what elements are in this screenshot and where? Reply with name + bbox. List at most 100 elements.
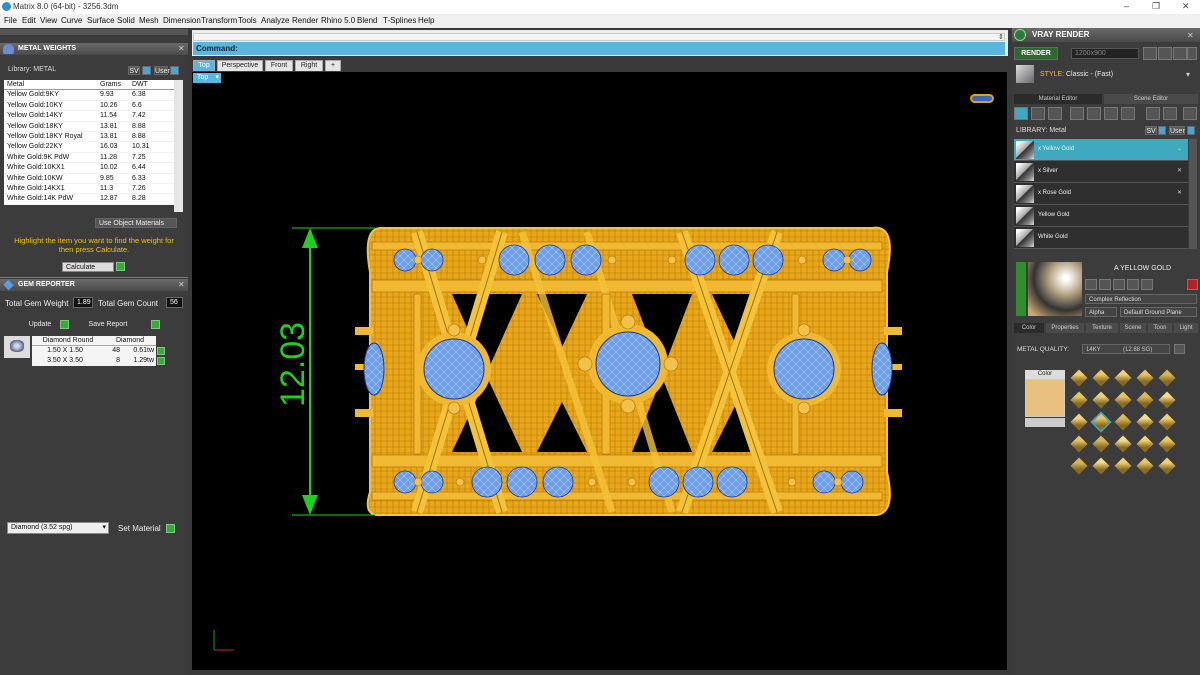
table-row[interactable]: Yellow Gold:18KY 13.81 8.88	[4, 122, 174, 132]
calculate-field[interactable]: Calculate	[62, 262, 114, 272]
material-item[interactable]: x Yellow Gold ⌄	[1014, 139, 1188, 161]
table-row[interactable]: White Gold:14K PdW 12.87 8.28	[4, 194, 174, 205]
tab-add[interactable]: +	[325, 60, 341, 71]
style-chevron-icon[interactable]: ▾	[1186, 70, 1190, 79]
tab-front[interactable]: Front	[265, 60, 293, 71]
viewport-top[interactable]: Top ▾ 12.03	[192, 72, 1007, 670]
rewind-icon[interactable]	[1143, 47, 1157, 60]
material-list-scrollbar[interactable]	[1189, 139, 1197, 249]
metal-quality-select[interactable]: 14KY (12.88 SG)	[1082, 344, 1170, 354]
vray-library-user[interactable]: User	[1169, 126, 1185, 135]
tab-material-editor[interactable]: Material Editor	[1014, 94, 1102, 104]
gem-material-select[interactable]: Diamond (3.52 spg) ▾	[7, 522, 109, 534]
gem-row[interactable]: 1.50 X 1.50 48 0.61tw	[32, 346, 156, 356]
column-header-grams[interactable]: Grams	[97, 80, 129, 89]
menu-solid[interactable]: Solid	[117, 16, 135, 25]
menu-edit[interactable]: Edit	[22, 16, 36, 25]
table-row[interactable]: White Gold:10KX1 10.02 6.44	[4, 163, 174, 174]
mesh-icon[interactable]	[1104, 107, 1118, 120]
texture-icon[interactable]	[1070, 107, 1084, 120]
table-row[interactable]: White Gold:14KX1 11.3 7.26	[4, 184, 174, 195]
minimize-icon[interactable]: –	[1124, 1, 1129, 11]
light-icon[interactable]	[1183, 107, 1197, 120]
resolution-field[interactable]: 1200x900	[1071, 48, 1139, 59]
menu-surface[interactable]: Surface	[87, 16, 115, 25]
tab-light[interactable]: Light	[1174, 323, 1198, 333]
material-tool-icon-1[interactable]	[1085, 279, 1097, 290]
library-sv-button[interactable]: SV	[128, 66, 140, 75]
tab-properties[interactable]: Properties	[1046, 323, 1084, 333]
menu-help[interactable]: Help	[418, 16, 434, 25]
ground-plane-select[interactable]: Default Ground Plane	[1120, 307, 1197, 317]
table-row[interactable]: White Gold:9K PdW 11.28 7.25	[4, 153, 174, 164]
tab-scene[interactable]: Scene	[1120, 323, 1146, 333]
table-row[interactable]: Yellow Gold:18KY Royal 13.81 8.88	[4, 132, 174, 143]
tab-scene-editor[interactable]: Scene Editor	[1104, 94, 1198, 104]
add-material-icon[interactable]	[1163, 107, 1177, 120]
material-delete-icon[interactable]	[1187, 279, 1198, 290]
material-item[interactable]: x Silver ✕	[1014, 161, 1188, 183]
vray-library-sv[interactable]: SV	[1145, 126, 1157, 135]
sphere-material-icon[interactable]	[1048, 107, 1062, 120]
material-item[interactable]: x Rose Gold ✕	[1014, 183, 1188, 205]
remove-icon[interactable]: ✕	[1177, 189, 1182, 196]
menu-file[interactable]: File	[4, 16, 17, 25]
menu-mesh[interactable]: Mesh	[139, 16, 159, 25]
color-swatch-controls[interactable]	[1025, 418, 1065, 427]
table-row[interactable]: White Gold:10KW 9.85 6.33	[4, 174, 174, 184]
column-header-dwt[interactable]: DWT	[129, 80, 174, 89]
close-icon[interactable]: ✕	[1182, 1, 1190, 12]
tool-icon[interactable]	[1146, 107, 1160, 120]
material-tool-icon-2[interactable]	[1099, 279, 1111, 290]
gem-material-icon[interactable]	[1031, 107, 1045, 120]
pattern-icon[interactable]	[1087, 107, 1101, 120]
table-row[interactable]: Yellow Gold:9KY 9.93 6.38	[4, 90, 174, 101]
reflection-select[interactable]: Complex Reflection	[1085, 294, 1197, 304]
tab-color[interactable]: Color	[1014, 323, 1044, 333]
table-row[interactable]: Yellow Gold:14KY 11.54 7.42	[4, 111, 174, 122]
menu-view[interactable]: View	[40, 16, 57, 25]
alpha-select[interactable]: Alpha	[1085, 307, 1117, 317]
column-header-metal[interactable]: Metal	[4, 80, 97, 89]
library-sv-toggle[interactable]	[142, 66, 151, 75]
calculate-button[interactable]	[116, 262, 125, 271]
command-field[interactable]: Command:	[193, 42, 1005, 55]
metal-table-scrollbar[interactable]	[174, 80, 183, 212]
material-tool-icon-4[interactable]	[1127, 279, 1139, 290]
menu-dimension[interactable]: Dimension	[163, 16, 201, 25]
tab-top[interactable]: Top	[193, 60, 215, 71]
material-preview-collapse[interactable]	[1016, 262, 1026, 316]
left-panel-grip[interactable]	[0, 29, 188, 35]
menu-curve[interactable]: Curve	[61, 16, 82, 25]
menu-transform[interactable]: Transform	[201, 16, 237, 25]
gem-row[interactable]: 3.50 X 3.50 8 1.29tw	[32, 356, 156, 366]
gem-row-1-button[interactable]	[157, 347, 165, 355]
save-report-button[interactable]	[151, 320, 160, 329]
tab-perspective[interactable]: Perspective	[217, 60, 263, 71]
table-row[interactable]: Yellow Gold:10KY 10.26 6.6	[4, 101, 174, 112]
menu-tools[interactable]: Tools	[238, 16, 257, 25]
gem-reporter-close-icon[interactable]: ✕	[178, 280, 185, 289]
menu-render[interactable]: Render	[292, 16, 318, 25]
material-tool-icon-5[interactable]	[1141, 279, 1153, 290]
maximize-icon[interactable]: ❐	[1152, 1, 1160, 12]
style-value[interactable]: Classic - (Fast)	[1066, 71, 1113, 78]
vray-close-icon[interactable]: ✕	[1187, 31, 1194, 40]
use-object-materials-checkbox[interactable]: Use Object Materials	[95, 218, 177, 228]
tab-right[interactable]: Right	[295, 60, 323, 71]
table-row[interactable]: Yellow Gold:22KY 16.03 10.31	[4, 142, 174, 153]
update-button[interactable]	[60, 320, 69, 329]
tab-texture[interactable]: Texture	[1086, 323, 1118, 333]
metal-weights-close-icon[interactable]: ✕	[178, 44, 185, 53]
grid-icon[interactable]	[1121, 107, 1135, 120]
material-item[interactable]: White Gold	[1014, 227, 1188, 249]
tab-toon[interactable]: Toon	[1148, 323, 1172, 333]
gem-row-2-button[interactable]	[157, 357, 165, 365]
metal-quality-button[interactable]	[1174, 344, 1185, 354]
menu-rhino[interactable]: Rhino 5.0	[321, 16, 355, 25]
set-material-button[interactable]	[166, 524, 175, 533]
play-icon[interactable]	[1158, 47, 1172, 60]
menu-tsplines[interactable]: T-Splines	[383, 16, 416, 25]
render-close-icon[interactable]	[1187, 47, 1197, 60]
vray-library-user-toggle[interactable]	[1187, 126, 1195, 135]
